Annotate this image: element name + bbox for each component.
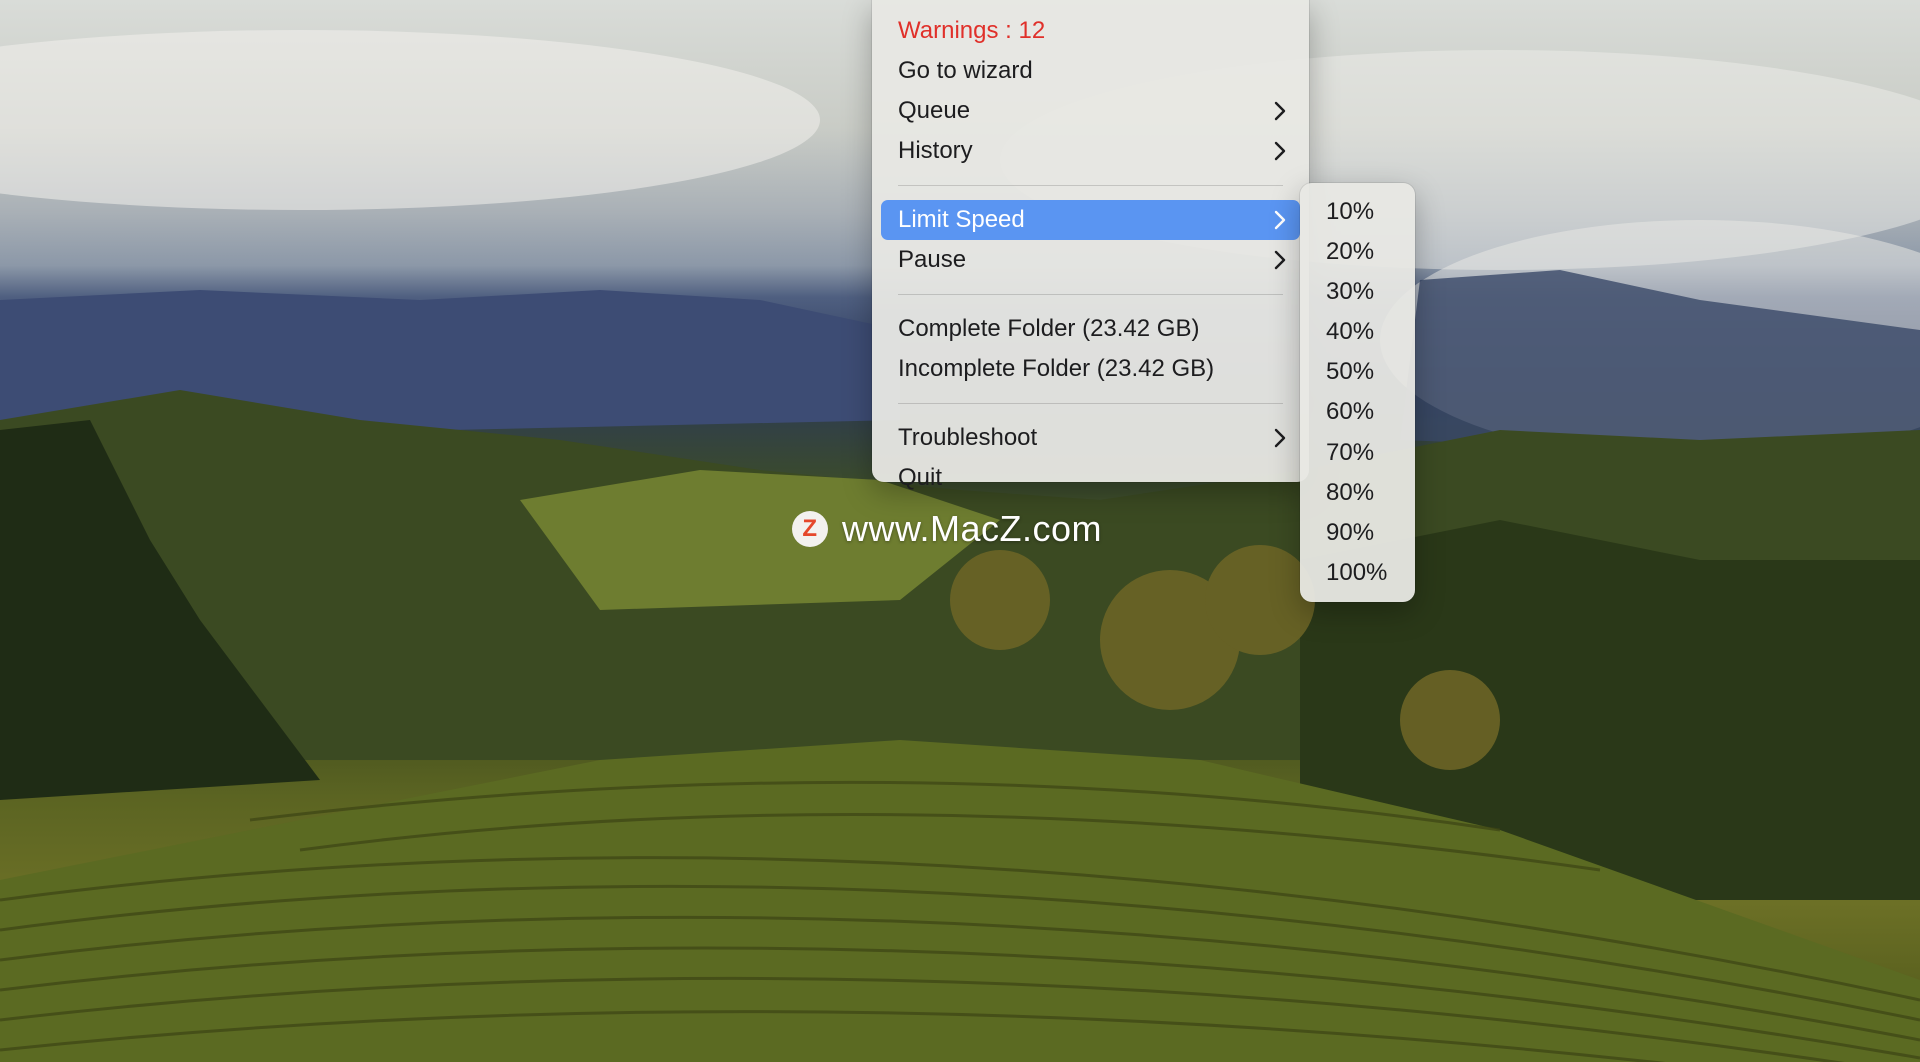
menu-item-warnings[interactable]: Warnings : 12 [881, 11, 1300, 51]
quit-label: Quit [898, 464, 943, 491]
history-label: History [898, 137, 973, 164]
chevron-right-icon [1274, 200, 1286, 240]
incomplete-folder-label: Incomplete Folder (23.42 GB) [898, 355, 1215, 382]
menu-separator [898, 403, 1283, 404]
speed-option-10[interactable]: 10% [1309, 192, 1406, 232]
speed-option-90[interactable]: 90% [1309, 513, 1406, 553]
pause-label: Pause [898, 246, 967, 273]
limit-speed-submenu: 10% 20% 30% 40% 50% 60% 70% 80% 90% 100% [1300, 183, 1415, 602]
macz-logo-icon: Z [792, 511, 828, 547]
speed-option-100[interactable]: 100% [1309, 553, 1406, 593]
menu-separator [898, 294, 1283, 295]
menu-item-incomplete-folder[interactable]: Incomplete Folder (23.42 GB) [881, 349, 1300, 389]
menu-item-limit-speed[interactable]: Limit Speed [881, 200, 1300, 240]
speed-option-20[interactable]: 20% [1309, 232, 1406, 272]
speed-option-40[interactable]: 40% [1309, 312, 1406, 352]
speed-option-80[interactable]: 80% [1309, 473, 1406, 513]
chevron-right-icon [1274, 418, 1286, 458]
watermark: Z www.MacZ.com [792, 508, 1102, 550]
speed-option-30[interactable]: 30% [1309, 272, 1406, 312]
limit-speed-label: Limit Speed [898, 206, 1025, 233]
complete-folder-label: Complete Folder (23.42 GB) [898, 315, 1200, 342]
menu-item-queue[interactable]: Queue [881, 91, 1300, 131]
menu-item-complete-folder[interactable]: Complete Folder (23.42 GB) [881, 309, 1300, 349]
menu-item-pause[interactable]: Pause [881, 240, 1300, 280]
menu-separator [898, 185, 1283, 186]
warnings-label: Warnings : 12 [898, 17, 1046, 44]
chevron-right-icon [1274, 91, 1286, 131]
status-bar-menu: Warnings : 12 Go to wizard Queue History… [872, 0, 1309, 491]
queue-label: Queue [898, 97, 971, 124]
speed-option-50[interactable]: 50% [1309, 352, 1406, 392]
menu-item-history[interactable]: History [881, 131, 1300, 171]
menu-item-troubleshoot[interactable]: Troubleshoot [881, 418, 1300, 458]
chevron-right-icon [1274, 240, 1286, 280]
chevron-right-icon [1274, 131, 1286, 171]
troubleshoot-label: Troubleshoot [898, 424, 1038, 451]
menu-item-quit[interactable]: Quit [881, 458, 1300, 498]
watermark-text: www.MacZ.com [842, 508, 1103, 549]
go-to-wizard-label: Go to wizard [898, 57, 1033, 84]
speed-option-70[interactable]: 70% [1309, 433, 1406, 473]
speed-option-60[interactable]: 60% [1309, 392, 1406, 432]
menu-item-go-to-wizard[interactable]: Go to wizard [881, 51, 1300, 91]
